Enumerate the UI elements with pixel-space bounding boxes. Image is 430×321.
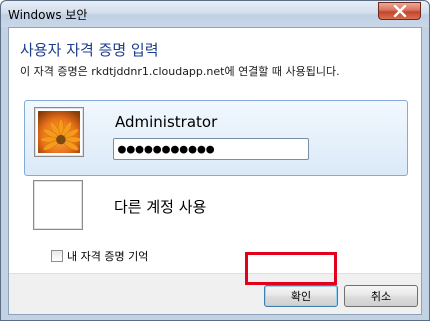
ok-button[interactable]: 확인 <box>264 285 338 307</box>
close-icon <box>393 5 407 17</box>
dialog-body: 사용자 자격 증명 입력 이 자격 증명은 rkdtjddnr1.cloudap… <box>8 27 422 315</box>
remember-checkbox[interactable] <box>51 250 63 262</box>
blank-avatar-icon <box>33 180 83 230</box>
security-dialog: Windows 보안 사용자 자격 증명 입력 이 자격 증명은 rkdtjdd… <box>0 0 430 321</box>
password-field[interactable] <box>113 138 309 160</box>
window-title: Windows 보안 <box>8 8 88 22</box>
cancel-button[interactable]: 취소 <box>344 285 418 307</box>
button-bar: 확인 취소 <box>9 273 421 314</box>
account-tile-administrator[interactable]: Administrator <box>24 100 408 176</box>
remember-label: 내 자격 증명 기억 <box>67 250 149 263</box>
other-account-label: 다른 계정 사용 <box>114 198 207 216</box>
remember-credentials[interactable]: 내 자격 증명 기억 <box>51 248 148 264</box>
avatar <box>34 107 84 157</box>
flower-avatar-icon <box>38 111 80 153</box>
title-bar[interactable]: Windows 보안 <box>1 1 429 27</box>
account-tile-other[interactable]: 다른 계정 사용 <box>24 178 408 238</box>
dialog-subtext: 이 자격 증명은 rkdtjddnr1.cloudapp.net에 연결할 때 … <box>20 65 340 78</box>
account-username: Administrator <box>115 113 218 131</box>
dialog-heading: 사용자 자격 증명 입력 <box>20 41 159 59</box>
close-button[interactable] <box>378 2 421 20</box>
